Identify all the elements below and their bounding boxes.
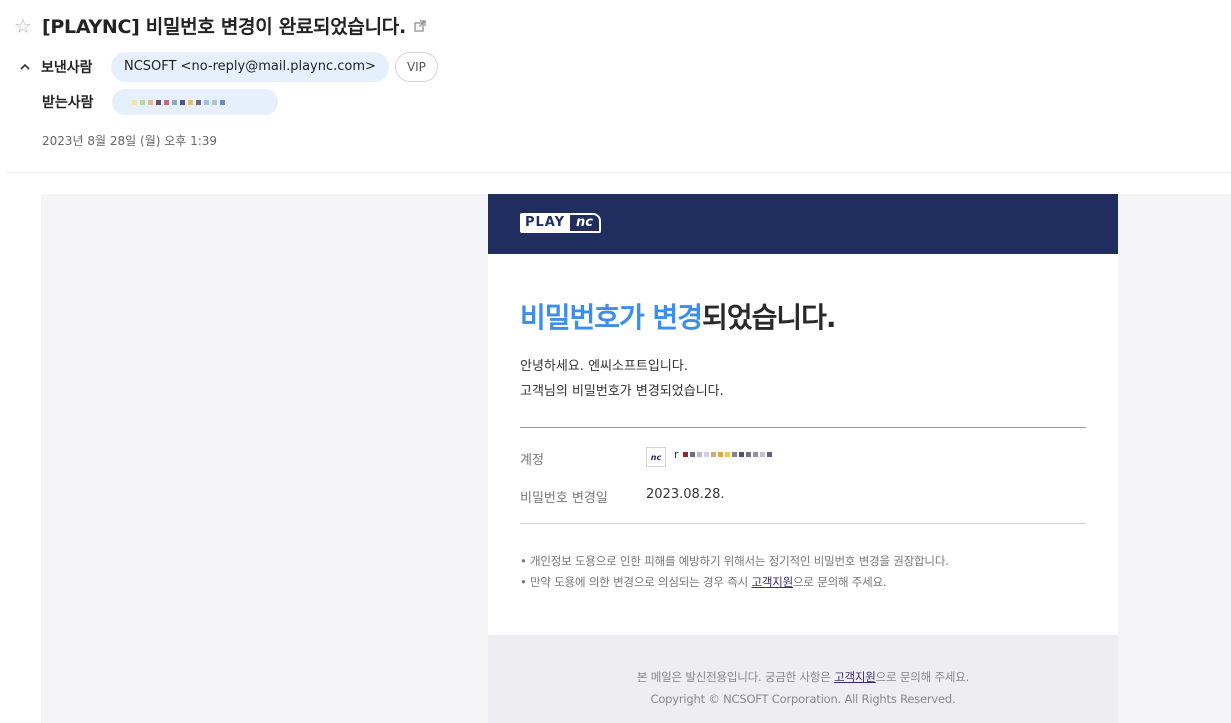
chevron-up-icon[interactable] — [18, 60, 32, 74]
headline: 비밀번호가 변경되었습니다. — [520, 296, 837, 336]
email-footer: 본 메일은 발신전용입니다. 궁금한 사항은 고객지원으로 문의해 주세요. C… — [488, 635, 1118, 723]
logo-play-text: PLAY — [520, 213, 569, 233]
sender-chip[interactable]: NCSOFT <no-reply@mail.plaync.com> — [111, 52, 389, 82]
redaction-pixel — [731, 452, 737, 457]
notice-1: • 개인정보 도용으로 인한 피해를 예방하기 위해서는 정기적인 비밀번호 변… — [520, 554, 949, 568]
redaction-pixel — [717, 452, 723, 457]
nc-account-icon: nc — [646, 447, 666, 467]
footer-text: 본 메일은 발신전용입니다. 궁금한 사항은 고객지원으로 문의해 주세요. C… — [488, 666, 1118, 710]
recipient-chip-redacted[interactable] — [112, 89, 278, 115]
redaction-pixel — [140, 99, 145, 105]
sender-row: 보낸사람 NCSOFT <no-reply@mail.plaync.com> V… — [18, 52, 438, 82]
footer-text-prefix: 본 메일은 발신전용입니다. 궁금한 사항은 — [636, 670, 835, 684]
logo-nc-text: nc — [568, 213, 602, 233]
email-card-header: PLAY nc — [488, 194, 1118, 254]
footer-text-suffix: 으로 문의해 주세요. — [875, 670, 970, 684]
redaction-pixel — [710, 452, 716, 457]
info-top-divider — [520, 427, 1086, 428]
footer-support-link[interactable]: 고객지원 — [834, 670, 876, 684]
redaction-pixel — [188, 99, 193, 105]
headline-rest: 되었습니다. — [702, 301, 836, 334]
redaction-pixel — [164, 99, 169, 105]
open-in-new-window-icon[interactable] — [414, 19, 426, 32]
account-value-redacted: r — [674, 448, 772, 461]
email-subject: [PLAYNC] 비밀번호 변경이 완료되었습니다. — [42, 16, 406, 38]
redaction-pixel — [220, 99, 225, 105]
sender-label: 보낸사람 — [41, 60, 93, 76]
redaction-pixel — [745, 452, 751, 457]
notice-2: • 만약 도용에 의한 변경으로 의심되는 경우 즉시 고객지원으로 문의해 주… — [520, 572, 949, 593]
redaction-pixel — [759, 452, 765, 457]
greeting-line-2: 고객님의 비밀번호가 변경되었습니다. — [520, 384, 724, 399]
redaction-pixel — [738, 452, 744, 457]
redaction-pixel — [196, 99, 201, 105]
headline-highlight: 비밀번호가 변경 — [520, 301, 703, 334]
recipient-label: 받는사람 — [42, 95, 94, 111]
redaction-pixel — [172, 99, 177, 105]
notice-2-suffix: 으로 문의해 주세요. — [792, 575, 887, 589]
email-body: PLAY nc 비밀번호가 변경되었습니다. 안녕하세요. 엔씨소프트입니다. … — [41, 194, 1231, 723]
header-divider — [6, 172, 1231, 173]
redaction-pixel — [212, 99, 217, 105]
plaync-logo: PLAY nc — [520, 213, 602, 233]
redaction-pixel — [682, 452, 688, 457]
redaction-pixel — [696, 452, 702, 457]
account-initial: r — [674, 448, 679, 461]
redaction-pixel — [766, 452, 772, 457]
redaction-pixel — [148, 99, 153, 105]
notice-2-text: • 만약 도용에 의한 변경으로 의심되는 경우 즉시 — [520, 575, 752, 589]
redaction-pixel — [703, 452, 709, 457]
redaction-pixel — [180, 99, 185, 105]
received-date: 2023년 8월 28일 (월) 오후 1:39 — [42, 134, 218, 148]
subject-row: ☆ [PLAYNC] 비밀번호 변경이 완료되었습니다. — [14, 12, 426, 39]
greeting: 안녕하세요. 엔씨소프트입니다. 고객님의 비밀번호가 변경되었습니다. — [520, 354, 724, 404]
redaction-pixel — [156, 99, 161, 105]
star-icon[interactable]: ☆ — [14, 15, 36, 37]
support-link[interactable]: 고객지원 — [751, 575, 793, 589]
recipient-row: 받는사람 — [42, 88, 278, 116]
email-card: PLAY nc 비밀번호가 변경되었습니다. 안녕하세요. 엔씨소프트입니다. … — [488, 194, 1118, 723]
info-bottom-divider — [520, 523, 1086, 524]
greeting-line-1: 안녕하세요. 엔씨소프트입니다. — [520, 359, 688, 374]
copyright: Copyright © NCSOFT Corporation. All Righ… — [650, 692, 956, 706]
account-label: 계정 — [520, 453, 544, 468]
redaction-pixel — [689, 452, 695, 457]
redaction-pixel — [724, 452, 730, 457]
redaction-pixel — [752, 452, 758, 457]
footer-line-1: 본 메일은 발신전용입니다. 궁금한 사항은 고객지원으로 문의해 주세요. — [488, 666, 1118, 688]
redaction-pixel — [204, 99, 209, 105]
notices: • 개인정보 도용으로 인한 피해를 예방하기 위해서는 정기적인 비밀번호 변… — [520, 551, 949, 593]
change-date-label: 비밀번호 변경일 — [520, 491, 608, 506]
vip-button[interactable]: VIP — [394, 52, 438, 82]
redaction-pixel — [132, 99, 137, 105]
change-date-value: 2023.08.28. — [646, 487, 725, 502]
